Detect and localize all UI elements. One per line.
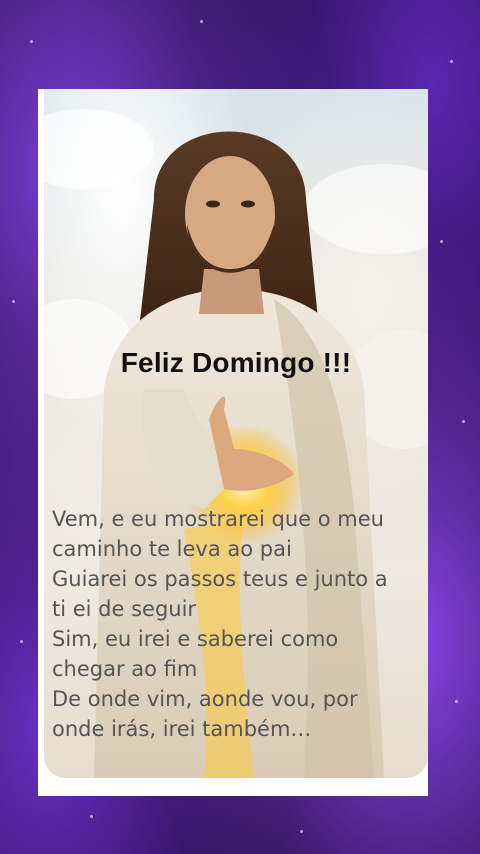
sparkle xyxy=(450,60,453,63)
verse-line: Guiarei os passos teus e junto a xyxy=(52,567,388,591)
sparkle xyxy=(440,240,443,243)
sparkle xyxy=(90,815,93,818)
verse-line: ti ei de seguir xyxy=(52,597,197,621)
verse-line: onde irás, irei também… xyxy=(52,717,312,741)
sparkle xyxy=(200,20,203,23)
verse-line: chegar ao fim xyxy=(52,657,198,681)
verse-line: Sim, eu irei e saberei como xyxy=(52,627,339,651)
verse-line: caminho te leva ao pai xyxy=(52,537,292,561)
sparkle xyxy=(20,640,23,643)
verse-line: De onde vim, aonde vou, por xyxy=(52,687,358,711)
sparkle xyxy=(300,830,303,833)
verse-text: Vem, e eu mostrarei que o meu caminho te… xyxy=(52,504,422,744)
verse-line: Vem, e eu mostrarei que o meu xyxy=(52,507,384,531)
jesus-photo: Feliz Domingo !!! Vem, e eu mostrarei qu… xyxy=(44,89,428,778)
post-card: Feliz Domingo !!! Vem, e eu mostrarei qu… xyxy=(38,89,428,796)
sparkle xyxy=(30,40,33,43)
sparkle xyxy=(462,420,465,423)
sparkle xyxy=(12,300,15,303)
sparkle xyxy=(455,700,458,703)
greeting-title: Feliz Domingo !!! xyxy=(120,347,352,378)
